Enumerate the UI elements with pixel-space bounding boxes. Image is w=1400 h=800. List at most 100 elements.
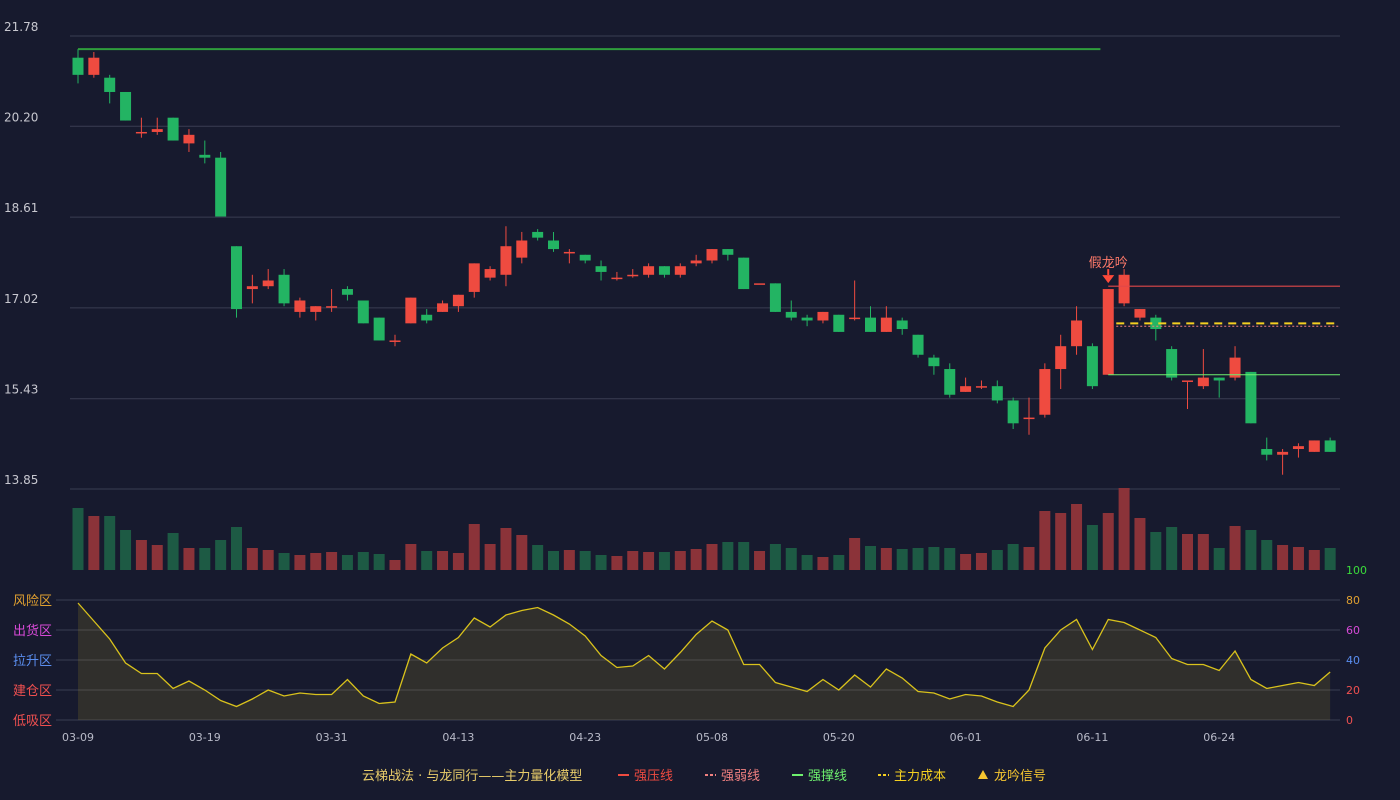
volume-bar	[1229, 526, 1241, 570]
indicator-tick-label: 0	[1346, 714, 1353, 727]
volume-bar	[785, 548, 797, 570]
date-tick-label: 06-11	[1076, 731, 1108, 744]
volume-bar	[294, 555, 306, 570]
candle-body	[865, 317, 876, 332]
candle-body	[1261, 449, 1273, 455]
volume-bar	[1023, 547, 1035, 570]
legend: 云梯战法 · 与龙同行——主力量化模型 强压线 强弱线 强撑线 主力成本 龙吟信号	[362, 768, 1046, 784]
indicator-area	[78, 603, 1331, 720]
volume-bar	[484, 544, 496, 570]
candle-body	[468, 263, 480, 292]
volume-bar	[278, 553, 290, 570]
volume-bar	[215, 540, 227, 570]
candle-body	[849, 317, 861, 320]
candle-body	[754, 283, 766, 285]
candle-body	[199, 154, 211, 158]
volume-bar	[1102, 513, 1114, 570]
volume-bar	[88, 516, 100, 570]
volume-bar	[563, 550, 575, 570]
volume-bar	[643, 552, 655, 570]
candle-body	[183, 134, 195, 144]
candle-body	[215, 157, 227, 217]
candle-body	[1292, 446, 1304, 450]
candle-body	[611, 277, 623, 280]
volume-bar	[1039, 511, 1051, 570]
volume-bar	[1118, 488, 1130, 570]
volume-bar	[500, 528, 512, 570]
volume-bar	[231, 527, 242, 570]
volume-bar	[532, 545, 544, 570]
candle-body	[484, 269, 496, 278]
candle-body	[1166, 349, 1178, 378]
volume-bar	[627, 551, 639, 570]
candle-body	[373, 317, 385, 341]
date-tick-label: 06-24	[1203, 731, 1235, 744]
candle-body	[690, 260, 702, 264]
volume-bar	[151, 545, 163, 570]
volume-bar	[548, 551, 559, 570]
candle-body	[421, 314, 433, 321]
candle-body	[167, 117, 179, 141]
candle-body	[1277, 451, 1289, 455]
candle-body	[1197, 377, 1209, 387]
volume-bar	[246, 548, 258, 570]
candle-body	[357, 300, 369, 324]
volume-bar	[801, 555, 813, 570]
candle-body	[437, 303, 449, 312]
legend-triangle-icon	[978, 770, 988, 779]
volume-bar	[1308, 550, 1320, 570]
volume-bar	[437, 551, 449, 570]
volume-bar	[928, 547, 940, 570]
candle-body	[500, 246, 512, 275]
volume-bar	[912, 548, 924, 570]
legend-item-label: 强撑线	[808, 769, 847, 784]
candle-body	[88, 57, 100, 75]
legend-item-label: 主力成本	[894, 769, 946, 784]
candle-body	[1039, 369, 1051, 415]
volume-bar	[1277, 545, 1289, 570]
legend-title: 云梯战法 · 与龙同行——主力量化模型	[362, 769, 582, 784]
legend-item-label: 龙吟信号	[994, 768, 1046, 784]
volume-bar	[452, 553, 464, 570]
volume-bar	[1324, 548, 1336, 570]
candle-body	[278, 274, 290, 304]
volume-bars	[72, 488, 1336, 570]
candle-body	[912, 334, 924, 355]
volume-bar	[1071, 504, 1083, 570]
candle-body	[1071, 320, 1083, 347]
date-tick-label: 06-01	[950, 731, 982, 744]
candle-body	[896, 320, 908, 330]
legend-item-label: 强弱线	[721, 769, 760, 784]
indicator-tick-label: 40	[1346, 654, 1360, 667]
candle-body	[991, 386, 1003, 401]
candle-body	[658, 266, 670, 275]
volume-bar	[579, 551, 591, 570]
indicator-tick-label: 80	[1346, 594, 1360, 607]
candle-body	[548, 240, 559, 250]
price-tick-label: 15.43	[4, 383, 38, 397]
volume-bar	[754, 551, 766, 570]
candle-body	[1308, 440, 1320, 452]
candle-body	[1007, 400, 1019, 424]
candle-body	[246, 286, 258, 290]
candle-body	[135, 131, 147, 134]
candle-body	[817, 311, 829, 321]
volume-bar	[833, 555, 845, 570]
candle-body	[1213, 377, 1225, 381]
candle-body	[452, 294, 464, 307]
candle-body	[1102, 289, 1114, 375]
zone-label: 出货区	[13, 623, 52, 639]
candle-body	[1118, 274, 1130, 304]
candle-body	[627, 274, 639, 277]
date-tick-label: 04-23	[569, 731, 601, 744]
volume-bar	[468, 524, 480, 570]
volume-bar	[944, 548, 956, 570]
candle-body	[72, 57, 84, 75]
volume-bar	[975, 553, 987, 570]
volume-bar	[183, 548, 195, 570]
candle-body	[326, 306, 338, 308]
volume-bar	[690, 549, 702, 570]
price-tick-label: 13.85	[4, 473, 38, 487]
volume-bar	[738, 542, 750, 570]
date-tick-label: 03-31	[316, 731, 348, 744]
